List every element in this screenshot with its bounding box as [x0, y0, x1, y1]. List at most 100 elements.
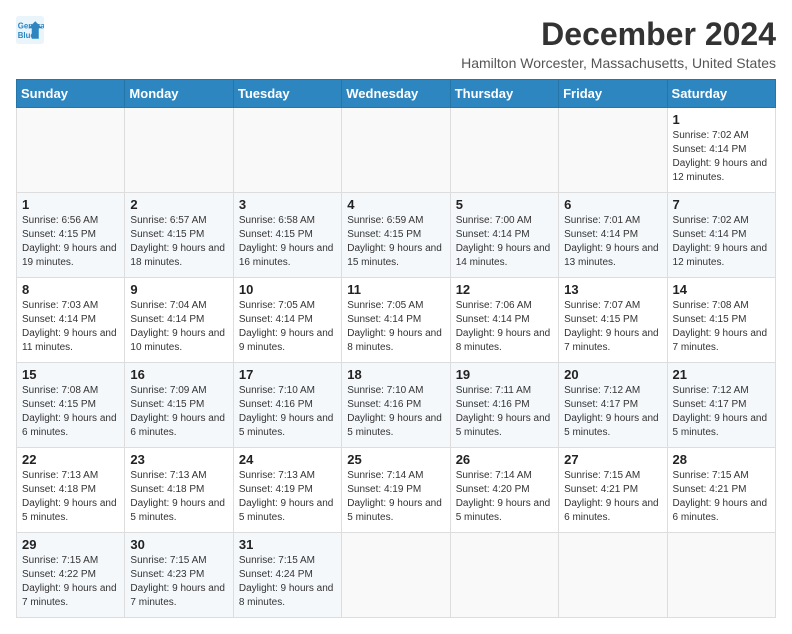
day-number: 17	[239, 367, 336, 382]
day-info: Sunrise: 7:05 AMSunset: 4:14 PMDaylight:…	[347, 299, 444, 355]
day-number: 22	[22, 452, 119, 467]
week-row-4: 15 Sunrise: 7:08 AMSunset: 4:15 PMDayligh…	[17, 363, 776, 448]
calendar-cell	[450, 533, 558, 618]
calendar-cell	[125, 108, 233, 193]
week-row-2: 1 Sunrise: 6:56 AMSunset: 4:15 PMDaylight…	[17, 193, 776, 278]
day-info: Sunrise: 7:05 AMSunset: 4:14 PMDaylight:…	[239, 299, 336, 355]
day-info: Sunrise: 7:14 AMSunset: 4:20 PMDaylight:…	[456, 469, 553, 525]
day-number: 12	[456, 282, 553, 297]
day-info: Sunrise: 7:10 AMSunset: 4:16 PMDaylight:…	[347, 384, 444, 440]
day-number: 18	[347, 367, 444, 382]
calendar-cell	[342, 533, 450, 618]
calendar-cell: 1 Sunrise: 7:02 AMSunset: 4:14 PMDaylight…	[667, 108, 775, 193]
day-info: Sunrise: 7:12 AMSunset: 4:17 PMDaylight:…	[673, 384, 770, 440]
day-info: Sunrise: 7:06 AMSunset: 4:14 PMDaylight:…	[456, 299, 553, 355]
calendar-cell	[17, 108, 125, 193]
day-info: Sunrise: 7:15 AMSunset: 4:24 PMDaylight:…	[239, 554, 336, 610]
day-number: 6	[564, 197, 661, 212]
day-number: 3	[239, 197, 336, 212]
day-info: Sunrise: 7:10 AMSunset: 4:16 PMDaylight:…	[239, 384, 336, 440]
calendar-cell: 21Sunrise: 7:12 AMSunset: 4:17 PMDayligh…	[667, 363, 775, 448]
calendar-cell: 18 Sunrise: 7:10 AMSunset: 4:16 PMDayligh…	[342, 363, 450, 448]
week-row-6: 29Sunrise: 7:15 AMSunset: 4:22 PMDayligh…	[17, 533, 776, 618]
calendar-cell: 20Sunrise: 7:12 AMSunset: 4:17 PMDayligh…	[559, 363, 667, 448]
calendar-cell: 11 Sunrise: 7:05 AMSunset: 4:14 PMDayligh…	[342, 278, 450, 363]
calendar-cell: 2 Sunrise: 6:57 AMSunset: 4:15 PMDaylight…	[125, 193, 233, 278]
day-number: 5	[456, 197, 553, 212]
day-info: Sunrise: 7:08 AMSunset: 4:15 PMDaylight:…	[22, 384, 119, 440]
day-info: Sunrise: 7:02 AMSunset: 4:14 PMDaylight:…	[673, 129, 770, 185]
calendar-cell: 17 Sunrise: 7:10 AMSunset: 4:16 PMDayligh…	[233, 363, 341, 448]
day-info: Sunrise: 6:58 AMSunset: 4:15 PMDaylight:…	[239, 214, 336, 270]
day-info: Sunrise: 7:03 AMSunset: 4:14 PMDaylight:…	[22, 299, 119, 355]
calendar-cell: 19Sunrise: 7:11 AMSunset: 4:16 PMDayligh…	[450, 363, 558, 448]
month-title: December 2024	[461, 16, 776, 53]
day-info: Sunrise: 7:04 AMSunset: 4:14 PMDaylight:…	[130, 299, 227, 355]
day-number: 25	[347, 452, 444, 467]
calendar-cell	[559, 108, 667, 193]
calendar-cell: 28 Sunrise: 7:15 AMSunset: 4:21 PMDayligh…	[667, 448, 775, 533]
day-header-wednesday: Wednesday	[342, 80, 450, 108]
day-number: 23	[130, 452, 227, 467]
calendar-cell: 29Sunrise: 7:15 AMSunset: 4:22 PMDayligh…	[17, 533, 125, 618]
day-number: 1	[673, 112, 770, 127]
day-number: 1	[22, 197, 119, 212]
calendar-cell: 26Sunrise: 7:14 AMSunset: 4:20 PMDayligh…	[450, 448, 558, 533]
calendar-cell	[450, 108, 558, 193]
day-number: 11	[347, 282, 444, 297]
day-info: Sunrise: 7:15 AMSunset: 4:21 PMDaylight:…	[673, 469, 770, 525]
calendar-cell	[342, 108, 450, 193]
calendar-cell: 9 Sunrise: 7:04 AMSunset: 4:14 PMDaylight…	[125, 278, 233, 363]
calendar-cell	[233, 108, 341, 193]
calendar-cell: 30 Sunrise: 7:15 AMSunset: 4:23 PMDayligh…	[125, 533, 233, 618]
day-number: 2	[130, 197, 227, 212]
logo: General Blue	[16, 16, 44, 44]
calendar-cell: 24Sunrise: 7:13 AMSunset: 4:19 PMDayligh…	[233, 448, 341, 533]
day-number: 15	[22, 367, 119, 382]
day-number: 4	[347, 197, 444, 212]
week-row-5: 22 Sunrise: 7:13 AMSunset: 4:18 PMDayligh…	[17, 448, 776, 533]
day-header-monday: Monday	[125, 80, 233, 108]
day-number: 29	[22, 537, 119, 552]
day-number: 20	[564, 367, 661, 382]
calendar-cell	[559, 533, 667, 618]
calendar-table: SundayMondayTuesdayWednesdayThursdayFrid…	[16, 79, 776, 618]
day-header-tuesday: Tuesday	[233, 80, 341, 108]
day-info: Sunrise: 6:57 AMSunset: 4:15 PMDaylight:…	[130, 214, 227, 270]
day-number: 27	[564, 452, 661, 467]
calendar-cell: 5Sunrise: 7:00 AMSunset: 4:14 PMDaylight…	[450, 193, 558, 278]
day-info: Sunrise: 6:59 AMSunset: 4:15 PMDaylight:…	[347, 214, 444, 270]
days-header-row: SundayMondayTuesdayWednesdayThursdayFrid…	[17, 80, 776, 108]
header: General Blue December 2024 Hamilton Worc…	[16, 16, 776, 71]
day-info: Sunrise: 7:08 AMSunset: 4:15 PMDaylight:…	[673, 299, 770, 355]
day-info: Sunrise: 7:15 AMSunset: 4:23 PMDaylight:…	[130, 554, 227, 610]
day-info: Sunrise: 7:14 AMSunset: 4:19 PMDaylight:…	[347, 469, 444, 525]
day-number: 30	[130, 537, 227, 552]
calendar-cell: 23Sunrise: 7:13 AMSunset: 4:18 PMDayligh…	[125, 448, 233, 533]
day-info: Sunrise: 7:09 AMSunset: 4:15 PMDaylight:…	[130, 384, 227, 440]
day-header-friday: Friday	[559, 80, 667, 108]
calendar-cell: 12 Sunrise: 7:06 AMSunset: 4:14 PMDayligh…	[450, 278, 558, 363]
calendar-cell: 1 Sunrise: 6:56 AMSunset: 4:15 PMDaylight…	[17, 193, 125, 278]
day-number: 19	[456, 367, 553, 382]
calendar-cell: 27Sunrise: 7:15 AMSunset: 4:21 PMDayligh…	[559, 448, 667, 533]
week-row-1: 1 Sunrise: 7:02 AMSunset: 4:14 PMDaylight…	[17, 108, 776, 193]
day-info: Sunrise: 7:13 AMSunset: 4:18 PMDaylight:…	[22, 469, 119, 525]
day-number: 28	[673, 452, 770, 467]
day-info: Sunrise: 7:01 AMSunset: 4:14 PMDaylight:…	[564, 214, 661, 270]
calendar-cell: 15 Sunrise: 7:08 AMSunset: 4:15 PMDayligh…	[17, 363, 125, 448]
calendar-cell: 25 Sunrise: 7:14 AMSunset: 4:19 PMDayligh…	[342, 448, 450, 533]
calendar-cell: 8 Sunrise: 7:03 AMSunset: 4:14 PMDaylight…	[17, 278, 125, 363]
calendar-cell: 14Sunrise: 7:08 AMSunset: 4:15 PMDayligh…	[667, 278, 775, 363]
day-info: Sunrise: 7:02 AMSunset: 4:14 PMDaylight:…	[673, 214, 770, 270]
calendar-cell: 6 Sunrise: 7:01 AMSunset: 4:14 PMDaylight…	[559, 193, 667, 278]
day-number: 9	[130, 282, 227, 297]
day-number: 10	[239, 282, 336, 297]
calendar-cell: 10 Sunrise: 7:05 AMSunset: 4:14 PMDayligh…	[233, 278, 341, 363]
day-info: Sunrise: 7:13 AMSunset: 4:19 PMDaylight:…	[239, 469, 336, 525]
location-title: Hamilton Worcester, Massachusetts, Unite…	[461, 55, 776, 71]
calendar-cell: 22 Sunrise: 7:13 AMSunset: 4:18 PMDayligh…	[17, 448, 125, 533]
day-number: 7	[673, 197, 770, 212]
day-number: 8	[22, 282, 119, 297]
day-info: Sunrise: 6:56 AMSunset: 4:15 PMDaylight:…	[22, 214, 119, 270]
